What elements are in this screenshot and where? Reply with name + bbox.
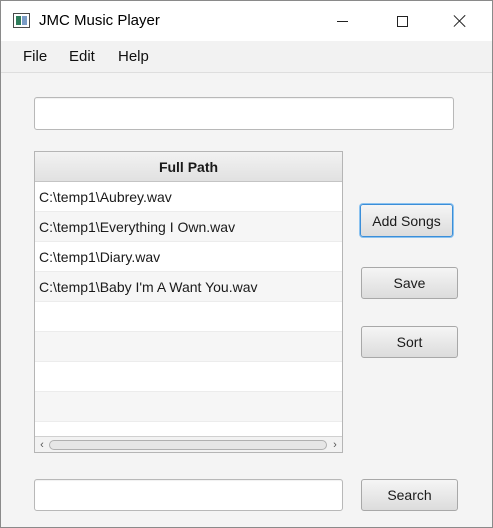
menu-edit[interactable]: Edit	[69, 48, 95, 65]
table-row[interactable]: C:\temp1\Everything I Own.wav	[35, 212, 342, 242]
scrollbar-thumb[interactable]	[49, 440, 327, 450]
chevron-right-icon[interactable]: ›	[329, 439, 341, 451]
empty-row[interactable]	[35, 332, 342, 362]
table-row[interactable]: C:\temp1\Diary.wav	[35, 242, 342, 272]
add-songs-button[interactable]: Add Songs	[360, 204, 453, 237]
maximize-icon	[396, 15, 408, 27]
chevron-left-icon[interactable]: ‹	[36, 439, 48, 451]
close-button[interactable]	[437, 1, 483, 41]
table-row[interactable]: C:\temp1\Baby I'm A Want You.wav	[35, 272, 342, 302]
minimize-icon	[336, 20, 348, 22]
window-title: JMC Music Player	[39, 12, 160, 29]
empty-row[interactable]	[35, 392, 342, 422]
horizontal-scrollbar[interactable]: ‹ ›	[35, 436, 342, 452]
table-body: C:\temp1\Aubrey.wav C:\temp1\Everything …	[35, 182, 342, 452]
save-button[interactable]: Save	[361, 267, 458, 299]
app-icon	[13, 13, 30, 28]
songs-table[interactable]: Full Path C:\temp1\Aubrey.wav C:\temp1\E…	[34, 151, 343, 453]
menu-file[interactable]: File	[23, 48, 47, 65]
empty-row[interactable]	[35, 362, 342, 392]
menu-help[interactable]: Help	[118, 48, 149, 65]
path-input[interactable]	[34, 97, 454, 130]
maximize-button[interactable]	[379, 1, 425, 41]
app-window: JMC Music Player File Edit Help Full Pat…	[0, 0, 493, 528]
search-input[interactable]	[34, 479, 343, 511]
column-header-full-path[interactable]: Full Path	[35, 152, 342, 182]
search-button[interactable]: Search	[361, 479, 458, 511]
title-bar[interactable]: JMC Music Player	[1, 1, 492, 41]
table-row[interactable]: C:\temp1\Aubrey.wav	[35, 182, 342, 212]
empty-row[interactable]	[35, 302, 342, 332]
close-icon	[453, 14, 467, 28]
sort-button[interactable]: Sort	[361, 326, 458, 358]
minimize-button[interactable]	[319, 1, 365, 41]
menu-bar: File Edit Help	[1, 41, 492, 73]
